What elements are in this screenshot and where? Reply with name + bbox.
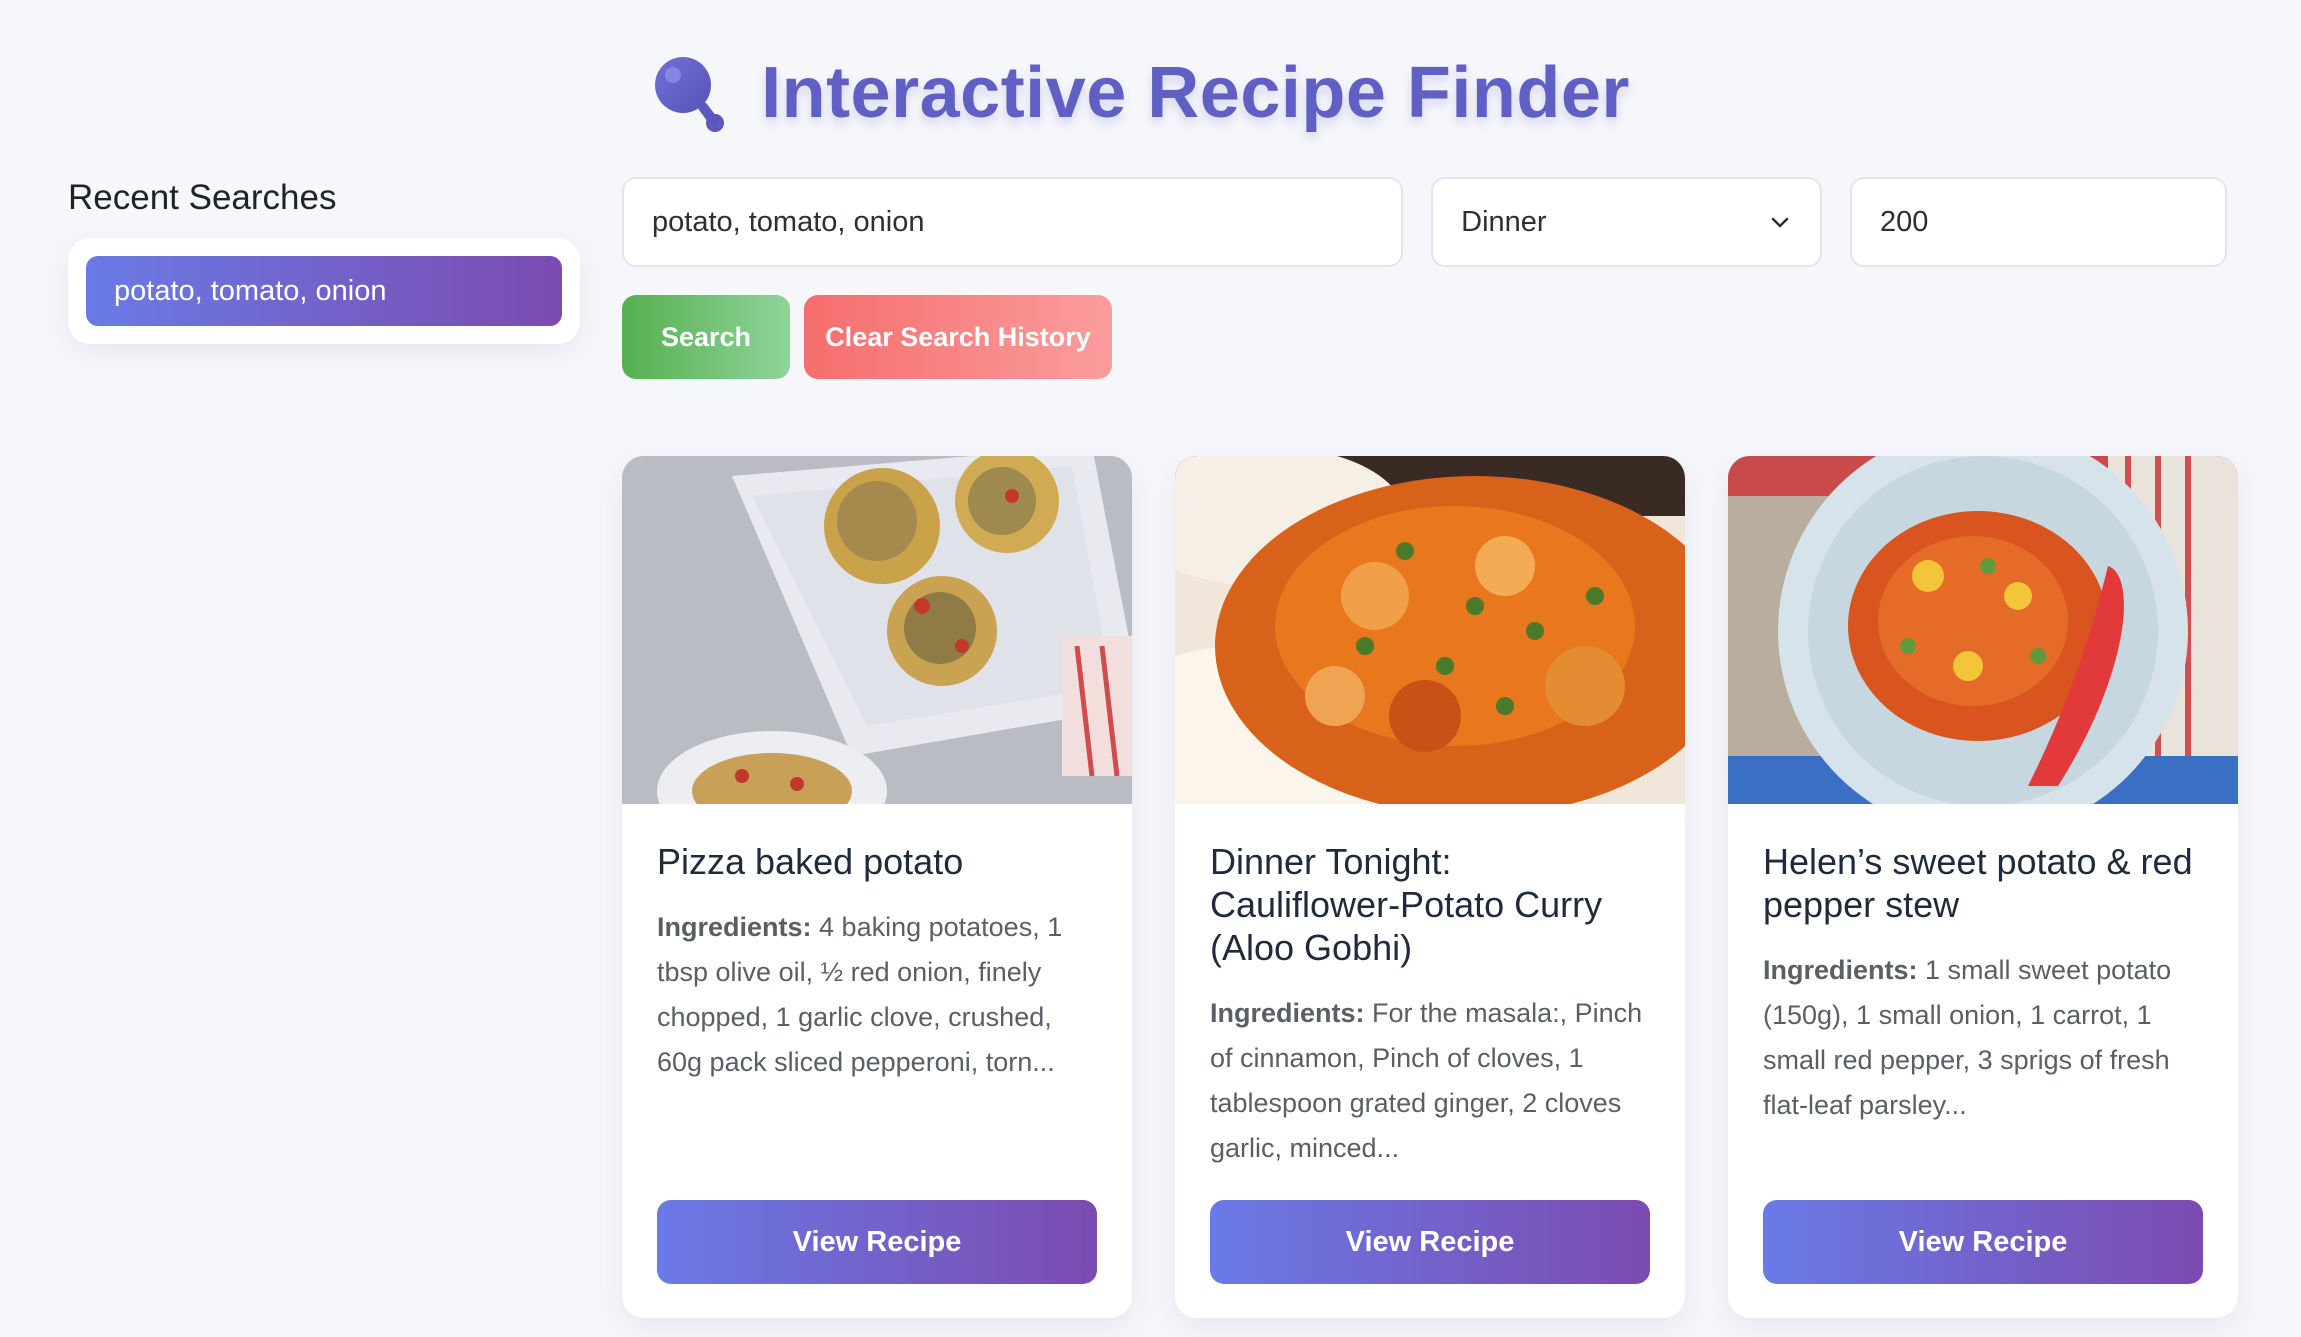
recent-searches-list: potato, tomato, onion	[68, 238, 580, 344]
inputs-row: Dinner	[622, 177, 2227, 267]
recipe-title: Dinner Tonight: Cauliflower-Potato Curry…	[1210, 841, 1603, 968]
page-header: Interactive Recipe Finder	[0, 52, 2301, 134]
recent-search-item[interactable]: potato, tomato, onion	[86, 256, 562, 326]
recipe-title: Helen’s sweet potato & red pepper stew	[1763, 841, 2193, 925]
results-grid: Pizza baked potato Ingredients: 4 baking…	[622, 456, 2238, 1318]
recent-searches-heading: Recent Searches	[68, 178, 337, 217]
ingredients-field[interactable]	[622, 177, 1404, 267]
recipe-card: Pizza baked potato Ingredients: 4 baking…	[622, 456, 1132, 1318]
view-recipe-button[interactable]: View Recipe	[1763, 1200, 2203, 1284]
meal-type-select[interactable]: Dinner	[1431, 177, 1823, 267]
calories-input[interactable]	[1880, 205, 2197, 239]
magnifier-icon	[655, 57, 725, 132]
recipe-image	[1175, 456, 1685, 804]
recipe-title: Pizza baked potato	[657, 841, 964, 882]
calories-field[interactable]	[1850, 177, 2227, 267]
ingredients-label: Ingredients:	[657, 912, 812, 942]
header-inner: Interactive Recipe Finder	[651, 52, 1630, 134]
meal-type-value: Dinner	[1461, 205, 1547, 238]
ingredients-label: Ingredients:	[1210, 998, 1365, 1028]
recipe-card: Dinner Tonight: Cauliflower-Potato Curry…	[1175, 456, 1685, 1318]
recipe-card-body: Helen’s sweet potato & red pepper stew I…	[1728, 804, 2238, 1128]
chevron-down-icon	[1771, 217, 1789, 228]
recipe-finder-page: Interactive Recipe Finder Recent Searche…	[0, 0, 2301, 1337]
ingredients-input[interactable]	[652, 205, 1374, 239]
ingredients-label: Ingredients:	[1763, 955, 1918, 985]
recipe-ingredients: Ingredients: For the masala:, Pinch of c…	[1210, 991, 1650, 1171]
recent-searches-panel: Recent Searches potato, tomato, onion	[68, 178, 580, 344]
buttons-row: Search Clear Search History	[622, 295, 2227, 379]
recipe-image	[622, 456, 1132, 804]
recipe-card-body: Pizza baked potato Ingredients: 4 baking…	[622, 804, 1132, 1085]
page-title: Interactive Recipe Finder	[761, 53, 1630, 133]
clear-history-button[interactable]: Clear Search History	[804, 295, 1112, 379]
recipe-ingredients: Ingredients: 1 small sweet potato (150g)…	[1763, 948, 2203, 1128]
recipe-ingredients: Ingredients: 4 baking potatoes, 1 tbsp o…	[657, 905, 1097, 1085]
view-recipe-button[interactable]: View Recipe	[657, 1200, 1097, 1284]
search-button[interactable]: Search	[622, 295, 790, 379]
search-controls: Dinner Search Clear Search History	[622, 177, 2227, 379]
recipe-card: Helen’s sweet potato & red pepper stew I…	[1728, 456, 2238, 1318]
recipe-image	[1728, 456, 2238, 804]
view-recipe-button[interactable]: View Recipe	[1210, 1200, 1650, 1284]
recipe-card-body: Dinner Tonight: Cauliflower-Potato Curry…	[1175, 804, 1685, 1171]
